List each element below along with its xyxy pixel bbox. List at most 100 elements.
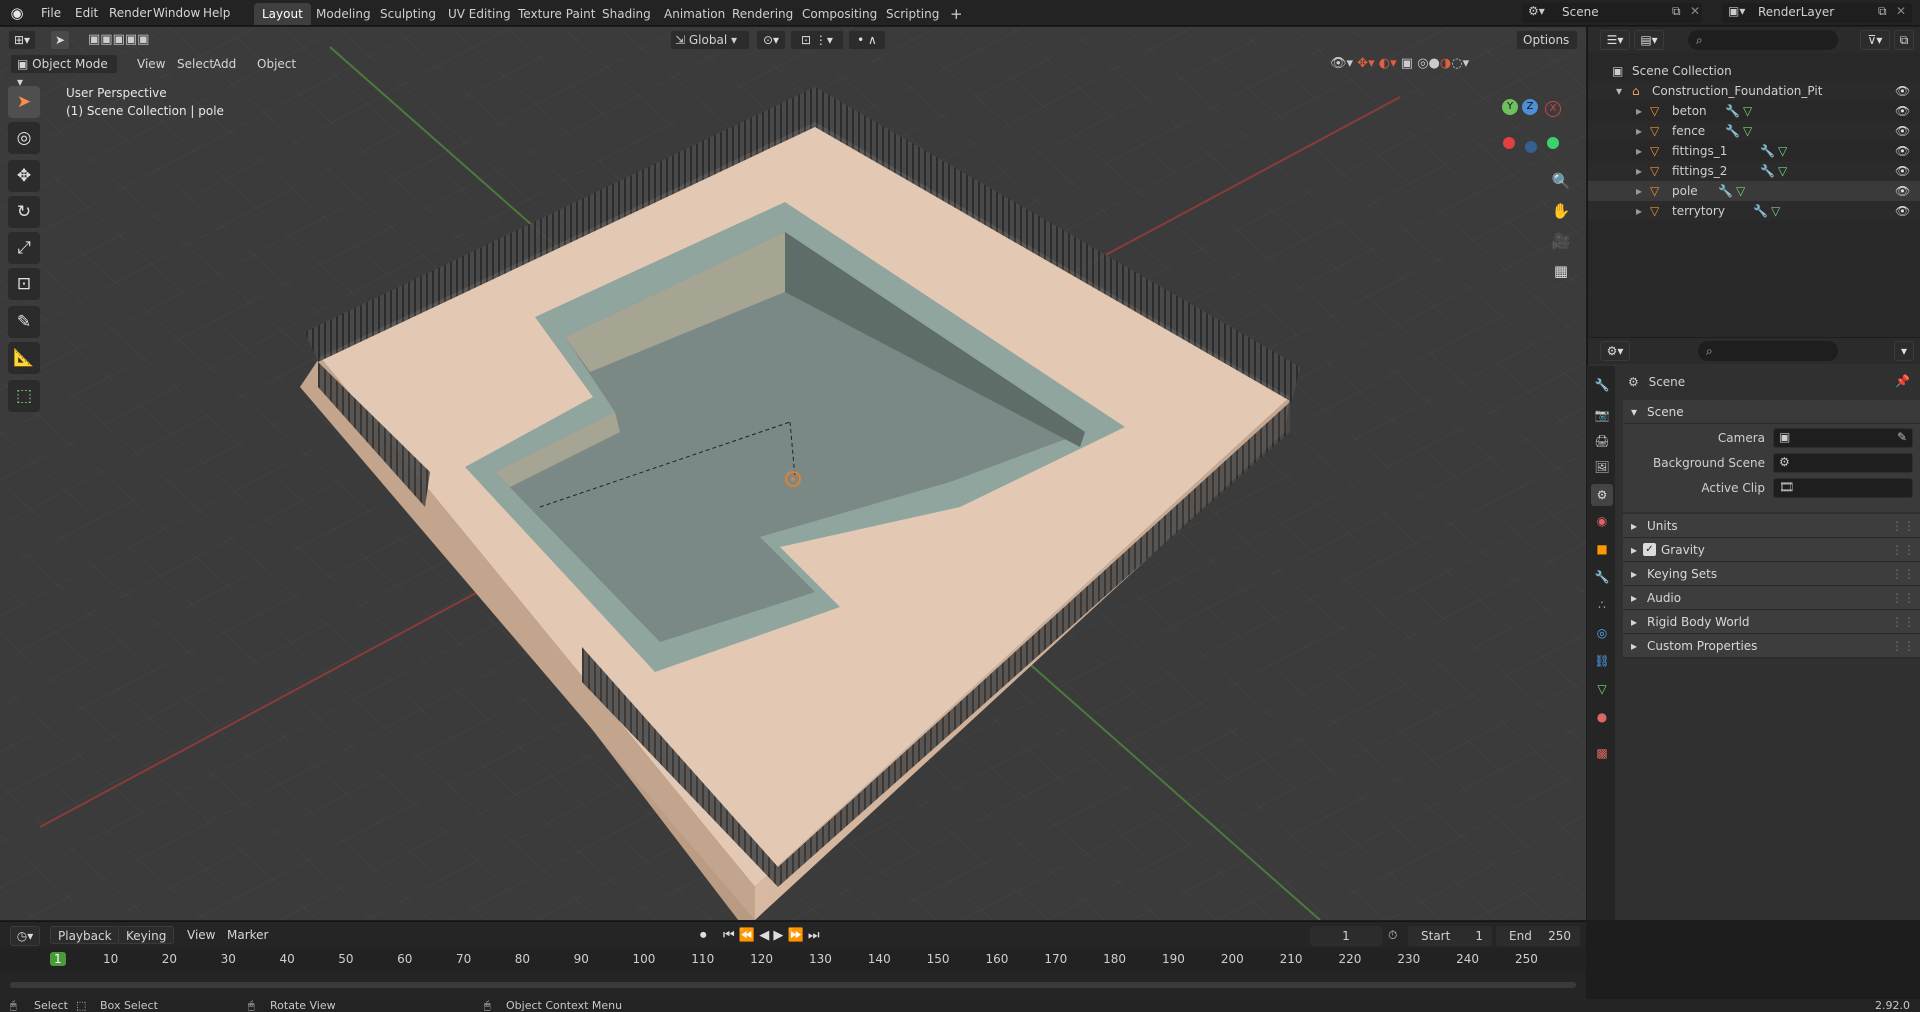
- frame-tick[interactable]: 130: [809, 952, 832, 966]
- visibility-eye-icon[interactable]: 👁: [1895, 181, 1910, 201]
- mode-selector[interactable]: ▣ Object Mode ▾: [10, 54, 118, 89]
- next-key-icon[interactable]: ⏩: [787, 928, 803, 943]
- visibility-eye-icon[interactable]: 👁: [1895, 121, 1910, 141]
- gravity-checkbox[interactable]: ✓: [1643, 543, 1656, 556]
- frame-tick[interactable]: 220: [1338, 952, 1361, 966]
- outliner-collection[interactable]: ▾ ⌂ Construction_Foundation_Pit 👁: [1588, 81, 1920, 101]
- frame-tick[interactable]: 240: [1456, 952, 1479, 966]
- 3d-viewport[interactable]: [0, 27, 1586, 920]
- transform-tool[interactable]: ⊡: [8, 268, 40, 300]
- drag-handle-icon[interactable]: ⋮⋮: [1891, 634, 1915, 658]
- properties-editor-icon[interactable]: ⚙▾: [1600, 341, 1630, 361]
- frame-tick[interactable]: 40: [279, 952, 294, 966]
- mesh-data-icon[interactable]: ▽: [1743, 121, 1752, 141]
- move-tool[interactable]: ✥: [8, 160, 40, 192]
- section-gravity[interactable]: ▸ ✓ Gravity ⋮⋮: [1623, 538, 1920, 562]
- frame-tick[interactable]: 80: [515, 952, 530, 966]
- tab-sculpting[interactable]: Sculpting: [372, 3, 444, 25]
- tab-layout[interactable]: Layout: [254, 3, 311, 25]
- outliner-item-pole[interactable]: ▸ ▽ pole 🔧 ▽ 👁: [1588, 181, 1920, 201]
- modifier-icon[interactable]: 🔧: [1725, 121, 1740, 141]
- render-tab-icon[interactable]: 📷: [1591, 404, 1613, 426]
- section-audio[interactable]: ▸ Audio ⋮⋮: [1623, 586, 1920, 610]
- object-tab-icon[interactable]: ■: [1591, 538, 1613, 560]
- rotate-tool[interactable]: ↻: [8, 196, 40, 228]
- navigation-gizmo[interactable]: Y Z X: [1495, 95, 1565, 165]
- frame-tick[interactable]: 1: [50, 952, 66, 966]
- new-scene-icon[interactable]: ⧉: [1672, 4, 1681, 19]
- drag-handle-icon[interactable]: ⋮⋮: [1891, 610, 1915, 634]
- frame-tick[interactable]: 210: [1280, 952, 1303, 966]
- display-mode-icon[interactable]: ▤▾: [1634, 30, 1664, 50]
- filter-icon[interactable]: ⊽▾: [1860, 30, 1890, 50]
- frame-tick[interactable]: 110: [691, 952, 714, 966]
- tab-scripting[interactable]: Scripting: [878, 3, 947, 25]
- properties-search[interactable]: ⌕: [1698, 341, 1838, 361]
- jump-end-icon[interactable]: ⏭: [808, 928, 820, 943]
- field-background-scene-icon-input[interactable]: ⚙: [1773, 453, 1913, 473]
- frame-tick[interactable]: 60: [397, 952, 412, 966]
- visibility-eye-icon[interactable]: 👁: [1895, 201, 1910, 221]
- menu-edit[interactable]: Edit: [68, 4, 105, 22]
- world-tab-icon[interactable]: ◉: [1591, 510, 1613, 532]
- material-icon[interactable]: ◑: [1440, 56, 1451, 71]
- scene-panel-header[interactable]: ▾ Scene: [1623, 400, 1920, 424]
- wireframe-icon[interactable]: ◎: [1417, 56, 1428, 71]
- visibility-eye-icon[interactable]: 👁: [1895, 101, 1910, 121]
- outliner-search[interactable]: ⌕: [1688, 30, 1838, 50]
- modifier-icon[interactable]: 🔧: [1718, 181, 1733, 201]
- section-keying-sets[interactable]: ▸ Keying Sets ⋮⋮: [1623, 562, 1920, 586]
- outliner-item-fittings_2[interactable]: ▸ ▽ fittings_2 🔧 ▽ 👁: [1588, 161, 1920, 181]
- frame-tick[interactable]: 100: [632, 952, 655, 966]
- visibility-eye-icon[interactable]: 👁: [1895, 81, 1910, 101]
- prev-key-icon[interactable]: ⏪: [739, 928, 755, 943]
- modifier-icon[interactable]: 🔧: [1725, 101, 1740, 121]
- field-clip-icon-input[interactable]: 🎞: [1773, 478, 1913, 498]
- outliner-root[interactable]: ▣ Scene Collection: [1588, 61, 1920, 81]
- physics-tab-icon[interactable]: ◎: [1591, 622, 1613, 644]
- pivot-icon[interactable]: ⊙▾: [756, 30, 786, 50]
- viewport-menu-object[interactable]: Object: [250, 55, 303, 73]
- frame-tick[interactable]: 90: [574, 952, 589, 966]
- visibility-eye-icon[interactable]: 👁: [1895, 141, 1910, 161]
- gizmo-z-axis[interactable]: Z: [1522, 99, 1538, 115]
- expand-arrow-icon[interactable]: ▾: [1616, 81, 1622, 101]
- mesh-data-icon[interactable]: ▽: [1778, 141, 1787, 161]
- drag-handle-icon[interactable]: ⋮⋮: [1891, 562, 1915, 586]
- editor-type-icon[interactable]: ⊞▾: [8, 30, 36, 50]
- new-layer-icon[interactable]: ⧉: [1878, 4, 1887, 19]
- frame-tick[interactable]: 230: [1397, 952, 1420, 966]
- ortho-grid-icon[interactable]: ▦: [1548, 258, 1574, 284]
- outliner-editor-icon[interactable]: ☰▾: [1600, 30, 1630, 50]
- frame-tick[interactable]: 70: [456, 952, 471, 966]
- new-collection-icon[interactable]: ⧉: [1894, 30, 1914, 50]
- gizmo-neg-y[interactable]: [1547, 137, 1559, 149]
- outliner-item-beton[interactable]: ▸ ▽ beton 🔧 ▽ 👁: [1588, 101, 1920, 121]
- add-cube-tool[interactable]: ⬚: [8, 380, 40, 412]
- expand-arrow-icon[interactable]: ▸: [1636, 141, 1642, 161]
- properties-options-icon[interactable]: ▾: [1894, 341, 1914, 361]
- gizmo-neg-z[interactable]: [1525, 141, 1537, 153]
- mesh-data-icon[interactable]: ▽: [1736, 181, 1745, 201]
- frame-tick[interactable]: 250: [1515, 952, 1538, 966]
- drag-handle-icon[interactable]: ⋮⋮: [1891, 538, 1915, 562]
- viewport-menu-add[interactable]: Add: [206, 55, 243, 73]
- play-reverse-icon[interactable]: ◀: [759, 928, 769, 943]
- tab-rendering[interactable]: Rendering: [724, 3, 801, 25]
- snap-icon[interactable]: ⊡ ⋮▾: [790, 30, 844, 50]
- mesh-data-icon[interactable]: ▽: [1743, 101, 1752, 121]
- view-layer-tab-icon[interactable]: 🖼: [1591, 456, 1613, 478]
- frame-tick[interactable]: 190: [1162, 952, 1185, 966]
- expand-arrow-icon[interactable]: ▸: [1636, 181, 1642, 201]
- frame-tick[interactable]: 30: [221, 952, 236, 966]
- frame-tick[interactable]: 140: [868, 952, 891, 966]
- section-custom-properties[interactable]: ▸ Custom Properties ⋮⋮: [1623, 634, 1920, 658]
- expand-arrow-icon[interactable]: ▸: [1636, 161, 1642, 181]
- viewport-shading-toolbar[interactable]: 👁▾ ✥▾ ◐▾ ▣ ◎●◑◌▾: [1330, 53, 1580, 75]
- tab-uv-editing[interactable]: UV Editing: [440, 3, 519, 25]
- gizmo-x-axis[interactable]: X: [1545, 101, 1561, 117]
- pan-hand-icon[interactable]: ✋: [1548, 198, 1574, 224]
- select-mode-icon[interactable]: ➤: [50, 30, 70, 50]
- section-rigid-body-world[interactable]: ▸ Rigid Body World ⋮⋮: [1623, 610, 1920, 634]
- proportional-edit-icon[interactable]: • ∧: [848, 30, 886, 50]
